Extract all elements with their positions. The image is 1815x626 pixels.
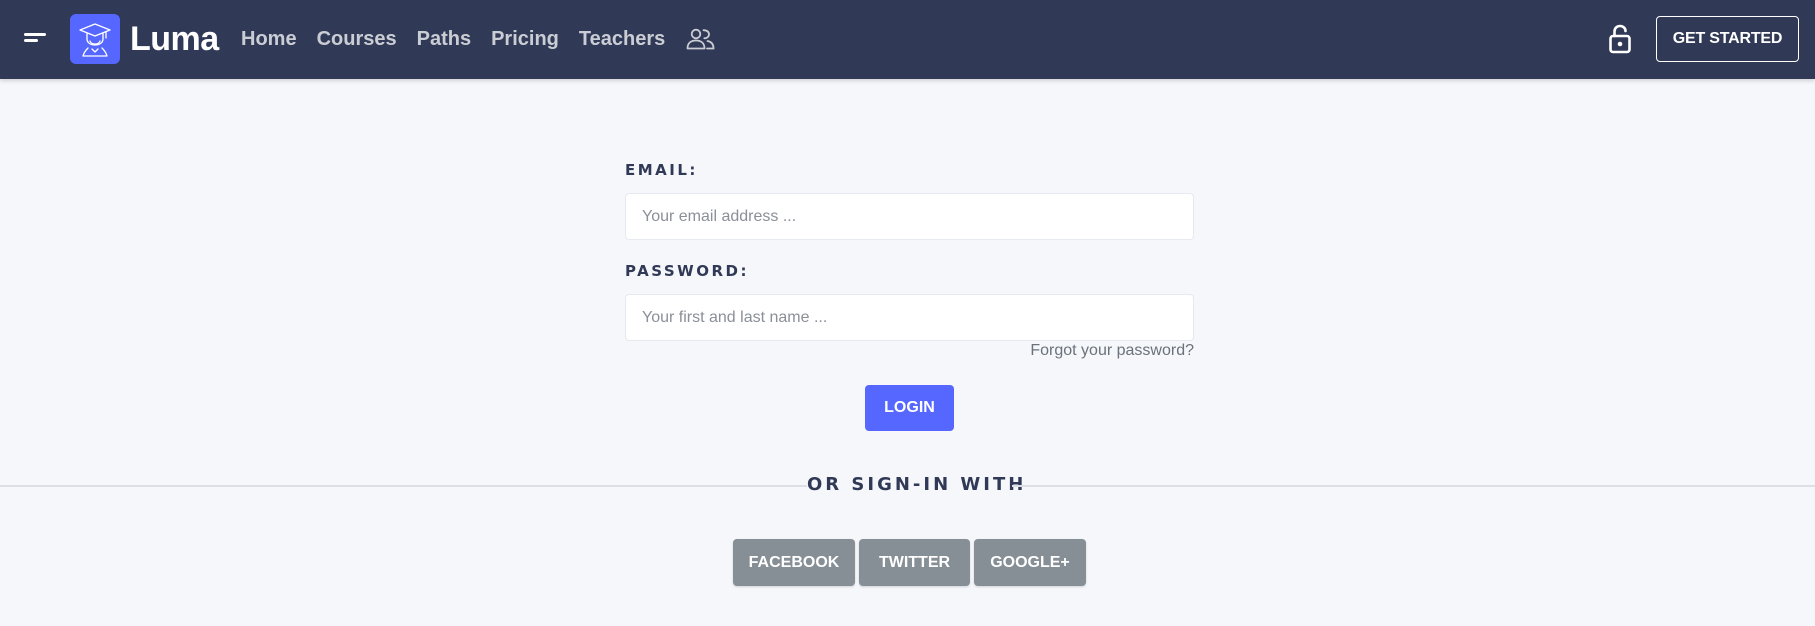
brand-home-link[interactable]: Luma	[70, 14, 219, 64]
nav-link-pricing[interactable]: Pricing	[491, 28, 559, 51]
people-icon[interactable]	[686, 28, 715, 50]
social-divider-text: OR SIGN-IN WITH	[807, 474, 1027, 495]
email-label: EMAIL:	[625, 161, 698, 179]
password-input[interactable]	[625, 294, 1194, 341]
twitter-signin-button[interactable]: TWITTER	[859, 539, 970, 586]
brand-name: Luma	[130, 19, 219, 58]
divider-line-right	[1012, 485, 1815, 487]
nav-link-home[interactable]: Home	[241, 28, 297, 51]
nav-link-teachers[interactable]: Teachers	[579, 28, 665, 51]
email-input[interactable]	[625, 193, 1194, 240]
graduate-logo-icon	[70, 14, 120, 64]
google-signin-button[interactable]: GOOGLE+	[974, 539, 1086, 586]
main-nav: Home Courses Paths Pricing Teachers	[241, 24, 715, 54]
login-button[interactable]: LOGIN	[865, 385, 954, 431]
nav-link-courses[interactable]: Courses	[317, 28, 397, 51]
password-label: PASSWORD:	[625, 262, 749, 280]
forgot-password-link[interactable]: Forgot your password?	[994, 342, 1194, 360]
lock-icon[interactable]	[1608, 24, 1632, 54]
facebook-signin-button[interactable]: FACEBOOK	[733, 539, 855, 586]
top-navbar: Luma Home Courses Paths Pricing Teachers…	[0, 0, 1815, 79]
get-started-button[interactable]: GET STARTED	[1656, 16, 1799, 62]
divider-line-left	[0, 485, 807, 487]
nav-link-paths[interactable]: Paths	[417, 28, 471, 51]
menu-icon[interactable]	[24, 33, 46, 45]
